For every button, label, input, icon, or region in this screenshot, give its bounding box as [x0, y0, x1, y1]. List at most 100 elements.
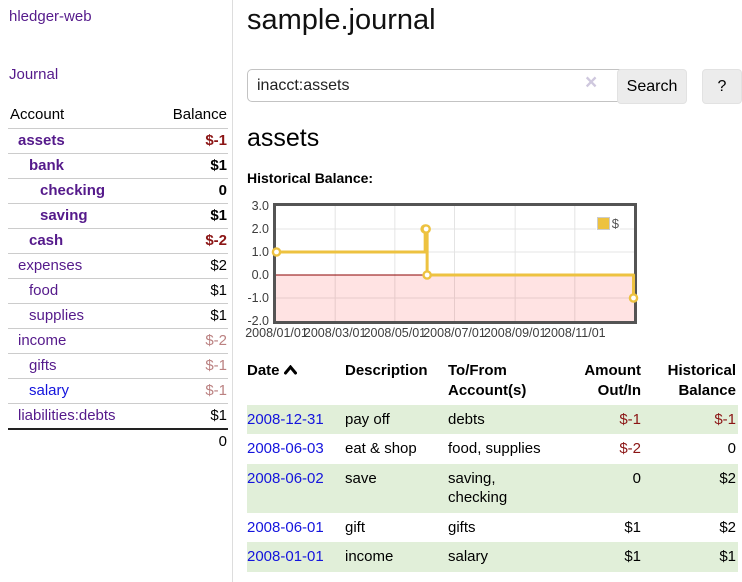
- transaction-date-link[interactable]: 2008-06-02: [247, 470, 324, 487]
- account-link-bank[interactable]: bank: [29, 157, 64, 174]
- x-axis-tick-label: 2008/03/01: [304, 326, 367, 340]
- balance-chart-plot: [276, 206, 634, 321]
- search-button[interactable]: Search: [617, 69, 687, 104]
- account-row: supplies$1: [8, 304, 228, 329]
- account-link-saving[interactable]: saving: [40, 207, 88, 224]
- account-balance: $-1: [152, 379, 228, 404]
- x-axis-tick-label: 2008/07/01: [423, 326, 486, 340]
- amount-column-header: Amount Out/In: [558, 357, 643, 405]
- account-link-food[interactable]: food: [29, 282, 58, 299]
- account-row: liabilities:debts $1: [8, 404, 228, 430]
- sidebar: hledger-web Journal Account Balance asse…: [0, 0, 233, 582]
- x-axis-tick-label: 2008/09/01: [484, 326, 547, 340]
- account-row: checking 0: [8, 179, 228, 204]
- legend-label: $: [612, 216, 619, 231]
- y-axis-tick-label: 0.0: [233, 267, 269, 283]
- accounts-table-header: Account Balance: [8, 102, 228, 129]
- account-balance: $1: [152, 154, 228, 179]
- transaction-amount: 0: [558, 464, 643, 513]
- register-row: 2008-06-01 giftgifts$1$2: [247, 513, 738, 543]
- transaction-accounts: saving, checking: [448, 464, 558, 513]
- chart-title: Historical Balance:: [247, 170, 373, 186]
- account-row: expenses $2: [8, 254, 228, 279]
- balance-chart[interactable]: $: [273, 203, 637, 324]
- transaction-amount: $1: [558, 513, 643, 543]
- main-content: sample.journal × Search ? assets Histori…: [233, 0, 742, 582]
- y-axis-tick-label: -1.0: [233, 290, 269, 306]
- accounts-column-header: To/From Account(s): [448, 357, 558, 405]
- accounts-total-value: 0: [152, 429, 228, 454]
- help-button[interactable]: ?: [702, 69, 742, 104]
- account-row: bank $1: [8, 154, 228, 179]
- transaction-date-link[interactable]: 2008-06-01: [247, 519, 324, 536]
- search-input[interactable]: [247, 69, 624, 102]
- transaction-accounts: salary: [448, 542, 558, 572]
- account-link-salary[interactable]: salary: [29, 382, 69, 399]
- description-column-header: Description: [345, 357, 448, 405]
- account-link-liabilities-debts[interactable]: liabilities:debts: [18, 407, 116, 424]
- account-link-cash[interactable]: cash: [29, 232, 63, 249]
- date-column-header[interactable]: Date: [247, 357, 345, 405]
- transaction-date-link[interactable]: 2008-12-31: [247, 411, 324, 428]
- transaction-description: save: [345, 464, 448, 513]
- x-axis-tick-label: 2008/11/01: [544, 326, 606, 340]
- y-axis-tick-label: 1.0: [233, 244, 269, 260]
- account-row: food $1: [8, 279, 228, 304]
- transaction-amount: $-2: [558, 434, 643, 464]
- account-balance: $-2: [152, 329, 228, 354]
- chart-legend: $: [596, 216, 620, 230]
- account-column-header: Account: [8, 102, 152, 129]
- legend-swatch-icon: [597, 217, 610, 230]
- transaction-description: gift: [345, 513, 448, 543]
- transaction-amount: $-1: [558, 405, 643, 435]
- clear-search-icon[interactable]: ×: [585, 71, 597, 95]
- account-link-expenses[interactable]: expenses: [18, 257, 82, 274]
- page-title: sample.journal: [247, 4, 436, 37]
- x-axis-tick-label: 2008/05/01: [364, 326, 427, 340]
- transaction-balance: $1: [643, 542, 738, 572]
- register-table: Date Description To/From Account(s) Amou…: [247, 357, 738, 572]
- accounts-balance-table: Account Balance assets $-1 bank $1 checking 0…: [8, 102, 228, 454]
- account-link-checking[interactable]: checking: [40, 182, 105, 199]
- transaction-amount: $1: [558, 542, 643, 572]
- account-link-supplies[interactable]: supplies: [29, 307, 84, 324]
- sidebar-item-journal[interactable]: Journal: [9, 66, 58, 83]
- account-balance: $2: [152, 254, 228, 279]
- register-row: 2008-01-01incomesalary$1$1: [247, 542, 738, 572]
- account-row: cash $-2: [8, 229, 228, 254]
- accounts-total-row: 0: [8, 429, 228, 454]
- account-balance: $-1: [152, 129, 228, 154]
- register-row: 2008-06-03 eat & shopfood, supplies$-20: [247, 434, 738, 464]
- account-link-assets[interactable]: assets: [18, 132, 65, 149]
- transaction-balance: $-1: [643, 405, 738, 435]
- account-row: gifts $-1: [8, 354, 228, 379]
- account-link-income[interactable]: income: [18, 332, 66, 349]
- transaction-date-link[interactable]: 2008-01-01: [247, 548, 324, 565]
- register-row: 2008-12-31pay offdebts$-1$-1: [247, 405, 738, 435]
- x-axis-tick-label: 2008/01/01: [245, 326, 308, 340]
- register-header-row: Date Description To/From Account(s) Amou…: [247, 357, 738, 405]
- transaction-balance: $2: [643, 464, 738, 513]
- account-link-gifts[interactable]: gifts: [29, 357, 57, 374]
- transaction-accounts: gifts: [448, 513, 558, 543]
- transaction-accounts: food, supplies: [448, 434, 558, 464]
- balance-column-header: Balance: [152, 102, 228, 129]
- transaction-accounts: debts: [448, 405, 558, 435]
- app-brand-link[interactable]: hledger-web: [9, 8, 92, 25]
- register-row: 2008-06-02 savesaving, checking0$2: [247, 464, 738, 513]
- account-balance: $-1: [152, 354, 228, 379]
- transaction-balance: $2: [643, 513, 738, 543]
- transaction-balance: 0: [643, 434, 738, 464]
- account-row: income $-2: [8, 329, 228, 354]
- account-balance: $1: [152, 204, 228, 229]
- account-balance: $1: [152, 279, 228, 304]
- balance-column-header: Historical Balance: [643, 357, 738, 405]
- transaction-date-link[interactable]: 2008-06-03: [247, 440, 324, 457]
- transaction-description: income: [345, 542, 448, 572]
- account-balance: $1: [152, 404, 228, 430]
- y-axis-tick-label: 2.0: [233, 221, 269, 237]
- transaction-description: eat & shop: [345, 434, 448, 464]
- account-balance: $-2: [152, 229, 228, 254]
- transaction-description: pay off: [345, 405, 448, 435]
- account-balance: 0: [152, 179, 228, 204]
